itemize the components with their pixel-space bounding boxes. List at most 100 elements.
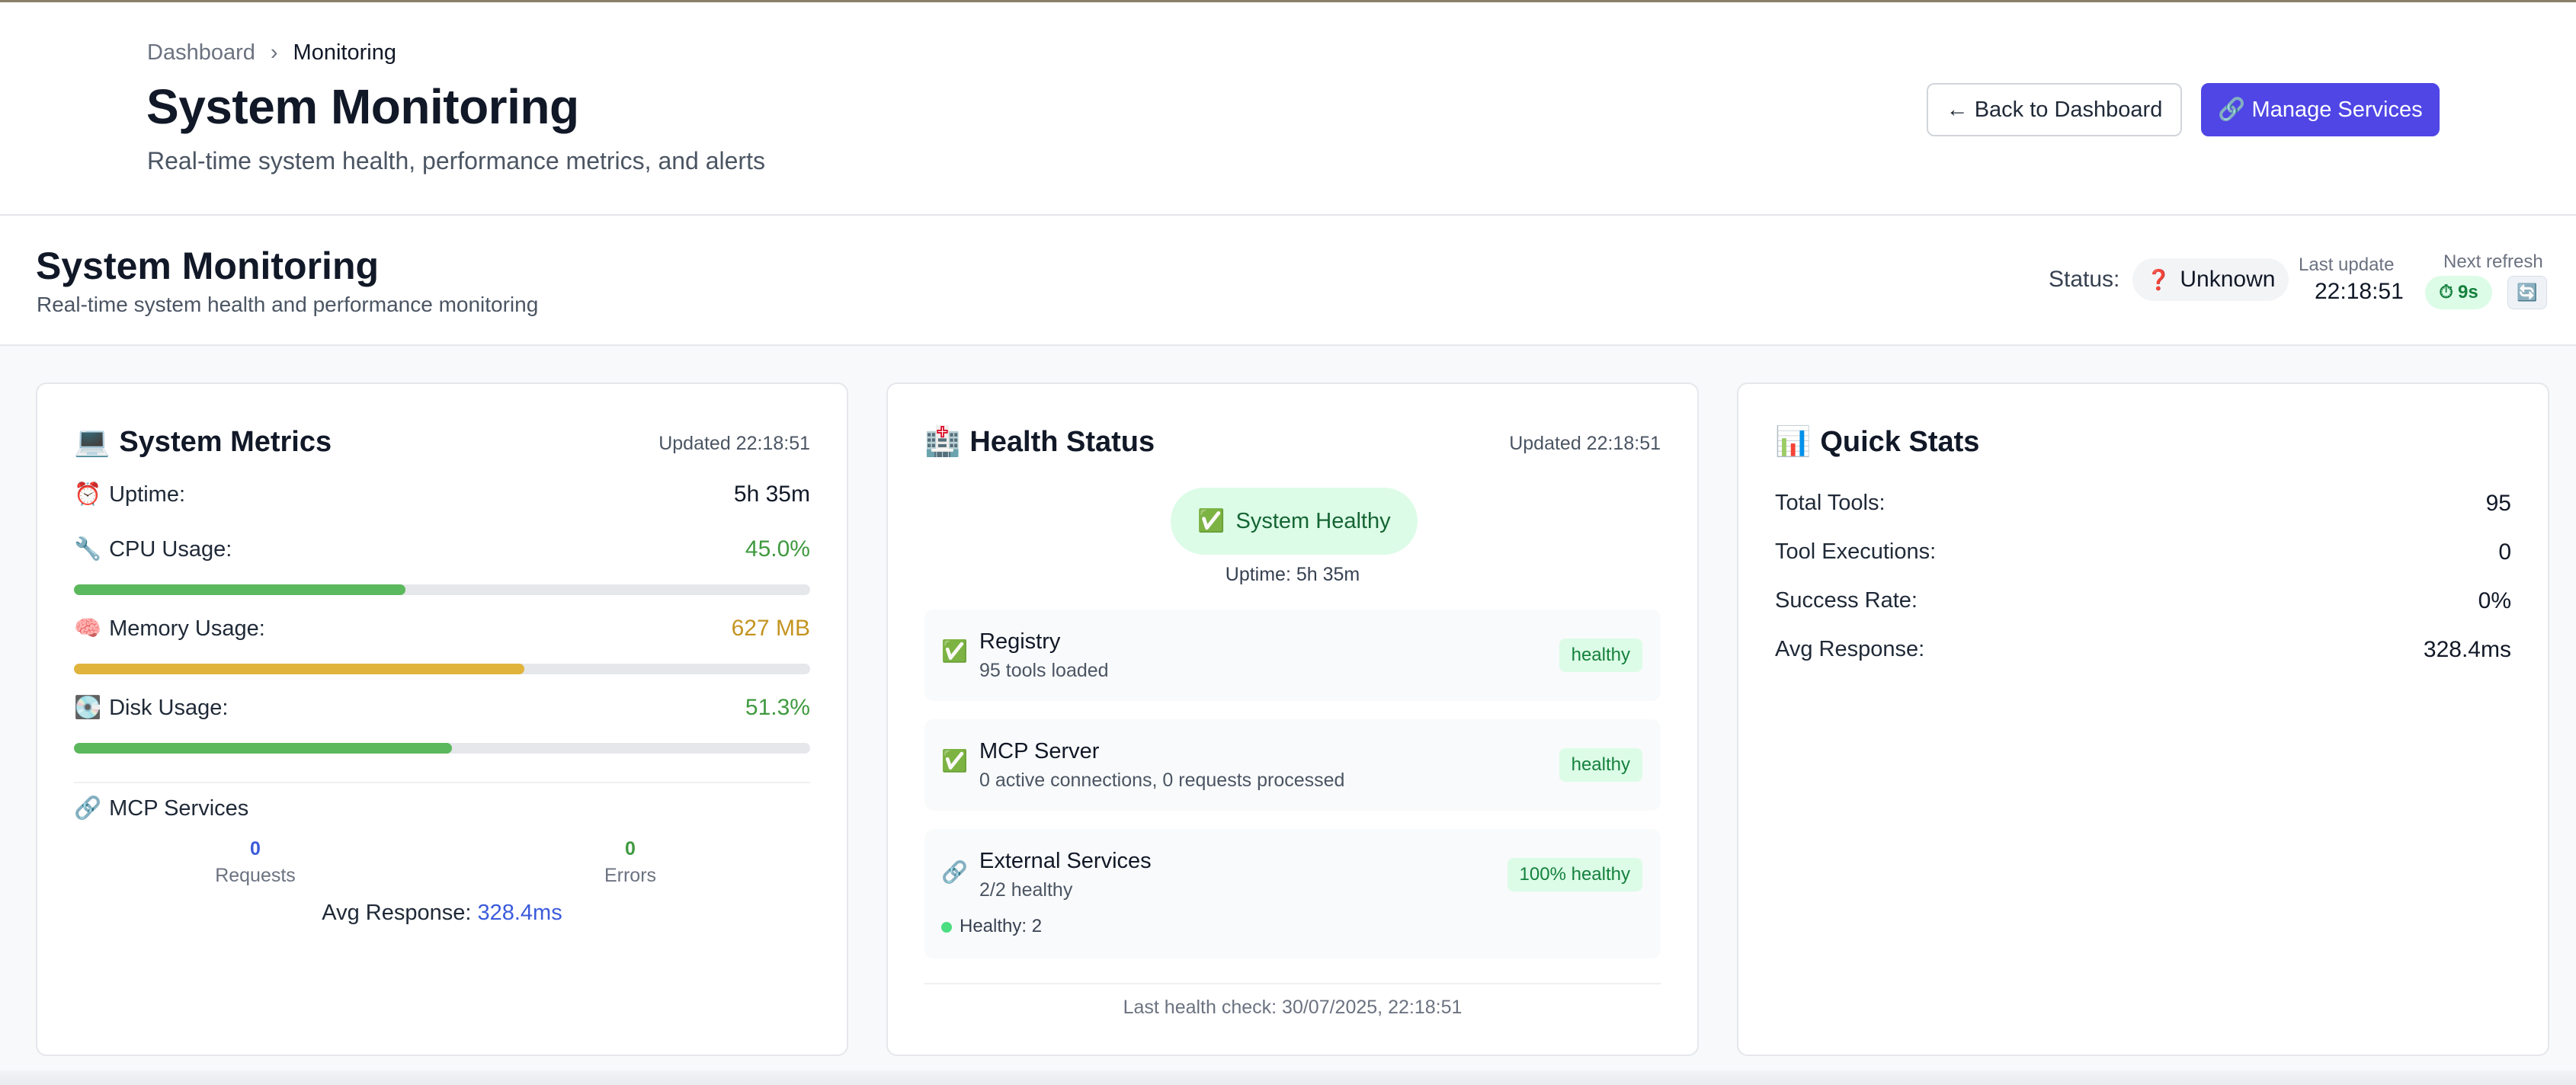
stat-row-total-tools: Total Tools: 95 — [1775, 491, 2511, 517]
mcp-errors-value: 0 — [625, 838, 636, 859]
mcp-errors-label: Errors — [604, 865, 657, 886]
mcp-requests-stat: 0 Requests — [164, 838, 347, 887]
monitor-subtitle: Real-time system health and performance … — [37, 293, 539, 316]
breadcrumb-separator-icon: › — [270, 40, 278, 65]
next-refresh-label: Next refresh — [2443, 251, 2543, 272]
system-health-text: System Healthy — [1235, 508, 1391, 533]
memory-value: 627 MB — [731, 616, 810, 641]
green-dot-icon — [941, 922, 952, 933]
service-status-badge: 100% healthy — [1507, 858, 1642, 891]
monitor-title: System Monitoring — [36, 245, 380, 287]
service-name: Registry — [979, 629, 1061, 654]
memory-label-group: 🧠 Memory Usage: — [74, 616, 265, 642]
breadcrumb-dashboard-link[interactable]: Dashboard — [147, 40, 255, 66]
stat-row-tool-executions: Tool Executions: 0 — [1775, 539, 2511, 565]
system-metrics-card: 💻 System Metrics Updated 22:18:51 ⏰ Upti… — [36, 382, 848, 1056]
wrench-icon: 🔧 — [74, 537, 102, 562]
last-update-value: 22:18:51 — [2315, 279, 2404, 304]
stat-row-avg-response: Avg Response: 328.4ms — [1775, 637, 2511, 663]
healthy-count: Healthy: 2 — [960, 916, 1043, 936]
memory-label: Memory Usage: — [109, 616, 265, 641]
mcp-avg-response-value: 328.4ms — [477, 901, 562, 925]
last-health-check: Last health check: 30/07/2025, 22:18:51 — [1123, 997, 1463, 1018]
metrics-updated-time: Updated 22:18:51 — [658, 433, 810, 454]
back-to-dashboard-button[interactable]: ← Back to Dashboard — [1927, 83, 2182, 136]
mcp-avg-response: Avg Response: 328.4ms — [37, 901, 847, 926]
last-update-label: Last update — [2299, 254, 2395, 275]
mcp-services-title: MCP Services — [109, 795, 249, 821]
status-badge: ❓ Unknown — [2132, 258, 2289, 301]
stat-label: Total Tools: — [1775, 491, 1886, 515]
brain-icon: 🧠 — [74, 616, 102, 641]
stat-value: 0% — [2478, 588, 2511, 613]
memory-row: 🧠 Memory Usage: 627 MB — [74, 616, 810, 642]
service-description: 2/2 healthy — [979, 879, 1073, 901]
status-value: Unknown — [2180, 267, 2276, 292]
check-icon: ✅ — [941, 749, 968, 773]
breadcrumb: Dashboard › Monitoring — [147, 40, 396, 66]
mcp-services-heading: 🔗 MCP Services — [74, 795, 248, 821]
refresh-button[interactable]: 🔄 — [2507, 276, 2547, 309]
manage-services-button[interactable]: 🔗 Manage Services — [2201, 83, 2440, 136]
uptime-value: 5h 35m — [733, 482, 810, 507]
health-updated-time: Updated 22:18:51 — [1509, 433, 1661, 454]
disk-icon: 💽 — [74, 696, 102, 720]
cpu-label-group: 🔧 CPU Usage: — [74, 536, 232, 562]
system-health-badge: ✅ System Healthy — [1171, 488, 1418, 555]
mcp-requests-label: Requests — [215, 865, 296, 886]
memory-progress-bar — [74, 664, 810, 674]
link-icon: 🔗 — [74, 796, 102, 821]
stat-value: 328.4ms — [2423, 637, 2511, 662]
service-mcp-server: ✅ MCP Server 0 active connections, 0 req… — [924, 719, 1661, 811]
stat-label: Success Rate: — [1775, 588, 1918, 613]
question-mark-icon: ❓ — [2146, 267, 2171, 291]
service-name: External Services — [979, 849, 1152, 873]
quick-stats-title: 📊 Quick Stats — [1775, 425, 1979, 459]
disk-value: 51.3% — [745, 695, 810, 720]
stat-label: Avg Response: — [1775, 637, 1925, 661]
page-header: Dashboard › Monitoring System Monitoring… — [0, 2, 2576, 216]
link-icon: 🔗 — [941, 860, 968, 884]
next-refresh-value: 9s — [2458, 282, 2478, 302]
timer-icon: ⏱ — [2439, 282, 2454, 302]
mcp-avg-response-label: Avg Response: — [322, 901, 472, 925]
next-refresh-countdown: ⏱ 9s — [2425, 276, 2492, 309]
service-name: MCP Server — [979, 739, 1100, 763]
laptop-icon: 💻 — [74, 426, 111, 458]
cpu-value: 45.0% — [745, 536, 810, 562]
cpu-row: 🔧 CPU Usage: 45.0% — [74, 536, 810, 562]
health-status-title-text: Health Status — [969, 425, 1155, 458]
uptime-label-group: ⏰ Uptime: — [74, 482, 185, 507]
bar-chart-icon: 📊 — [1775, 426, 1812, 458]
service-external-services: 🔗 External Services 2/2 healthy 100% hea… — [924, 829, 1661, 959]
health-divider — [924, 983, 1661, 984]
page-bottom-edge — [0, 1071, 2576, 1085]
disk-label-group: 💽 Disk Usage: — [74, 695, 228, 721]
memory-progress-fill — [74, 664, 525, 674]
disk-progress-bar — [74, 743, 810, 754]
alarm-clock-icon: ⏰ — [74, 482, 102, 507]
health-status-card: 🏥 Health Status Updated 22:18:51 ✅ Syste… — [886, 382, 1699, 1056]
service-status-badge: healthy — [1559, 748, 1642, 782]
breadcrumb-current: Monitoring — [293, 40, 396, 65]
service-registry: ✅ Registry 95 tools loaded healthy — [924, 610, 1661, 701]
mcp-requests-value: 0 — [250, 838, 261, 859]
health-status-title: 🏥 Health Status — [924, 425, 1155, 459]
service-status-badge: healthy — [1559, 639, 1642, 672]
disk-label: Disk Usage: — [109, 695, 229, 720]
check-icon: ✅ — [1197, 509, 1226, 533]
refresh-icon: 🔄 — [2517, 283, 2538, 302]
stat-value: 0 — [2498, 539, 2511, 565]
system-metrics-title: 💻 System Metrics — [74, 425, 332, 459]
quick-stats-title-text: Quick Stats — [1820, 425, 1980, 458]
metrics-divider — [74, 782, 810, 783]
cpu-label: CPU Usage: — [109, 536, 232, 562]
disk-progress-fill — [74, 743, 452, 754]
service-description: 0 active connections, 0 requests process… — [979, 770, 1345, 791]
disk-row: 💽 Disk Usage: 51.3% — [74, 695, 810, 721]
cpu-progress-bar — [74, 584, 810, 595]
stat-value: 95 — [2485, 491, 2511, 516]
page-title: System Monitoring — [146, 79, 579, 134]
page-subtitle: Real-time system health, performance met… — [147, 147, 765, 174]
quick-stats-card: 📊 Quick Stats Total Tools: 95 Tool Execu… — [1737, 382, 2549, 1056]
